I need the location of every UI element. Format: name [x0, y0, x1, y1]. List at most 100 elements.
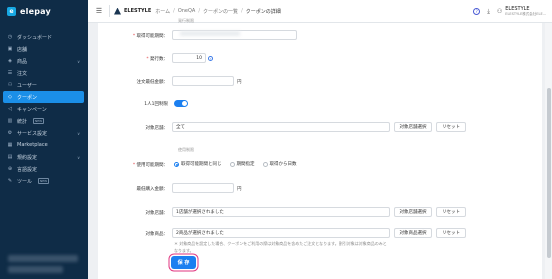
reset-button[interactable]: リセット	[436, 228, 466, 238]
sidebar-item-label: ユーザー	[17, 82, 37, 89]
sidebar-item-label: クーポン	[17, 94, 38, 101]
breadcrumb: ホーム / OneQA / クーポンの一覧 / クーポンの詳細	[155, 8, 281, 15]
clock-icon: ◷	[7, 34, 13, 40]
chevron-down-icon: ∨	[77, 130, 80, 136]
radio-days-from-issue[interactable]: 取得から日数	[262, 161, 297, 167]
marketplace-icon: ▦	[7, 142, 13, 148]
sidebar-item-store[interactable]: ▣ 店舗	[0, 43, 88, 55]
issue-period-label: * 取得可能期間：	[132, 34, 168, 39]
sidebar-nav: ◷ ダッシュボード ▣ 店舗 ◈ 商品 ∨ ☰ 注文 ⚇ ユーザー ◇ クーポン ◁ キャンペー…	[0, 31, 88, 187]
language-icon: ⊕	[7, 166, 13, 172]
one-per-user-label: 1人1回制限	[144, 102, 168, 107]
stats-icon: ▥	[7, 118, 13, 124]
select-product-button[interactable]: 対象商品選択	[394, 228, 432, 238]
usage-store-label: 対象店舗：	[145, 211, 169, 216]
breadcrumb-app[interactable]: OneQA	[178, 8, 196, 14]
target-store-input[interactable]: 全て	[172, 122, 390, 132]
wrench-icon: ✎	[7, 178, 13, 184]
issue-count-input[interactable]: 10	[172, 53, 206, 63]
tag-icon: ◈	[8, 58, 12, 64]
sidebar-item-dashboard[interactable]: ◷ ダッシュボード	[0, 31, 88, 43]
sidebar-item-marketplace[interactable]: ▦ Marketplace	[0, 139, 88, 151]
reset-button[interactable]: リセット	[436, 207, 466, 217]
currency-unit: 円	[237, 80, 242, 85]
section-issue-limit: 発行制限	[178, 18, 194, 23]
min-order-input[interactable]	[172, 76, 234, 86]
divider	[109, 5, 110, 17]
user-menu[interactable]: ⚇ ELESTYLE ELESTYLE株式会社ELE...	[497, 6, 546, 17]
sidebar-item-label: 注文	[17, 70, 28, 77]
one-per-user-toggle[interactable]	[174, 100, 188, 107]
usage-period-options: 取得可能期間と同じ 期間指定 取得から日数	[174, 161, 297, 167]
issue-count-label: * 発行数：	[146, 57, 168, 62]
scrollbar-thumb[interactable]	[547, 88, 551, 258]
gear-icon: ⚙	[7, 130, 13, 136]
elepay-logo-icon: e	[7, 7, 16, 16]
coupon-icon: ◇	[8, 94, 12, 100]
radio-dot	[174, 161, 179, 167]
blurred-account-info	[8, 266, 63, 273]
user-company: ELESTYLE株式会社ELE...	[505, 11, 546, 16]
sidebar-item-language[interactable]: ⊕ 言語設定	[0, 163, 88, 175]
min-order-label: 注文最低金額：	[136, 80, 169, 85]
select-store-button[interactable]: 対象店舗選択	[394, 207, 432, 217]
header-actions: ? ⤓ ⚇ ELESTYLE ELESTYLE株式会社ELE...	[473, 0, 546, 23]
product-note: ＊ 対象商品を設定した場合、クーポンをご利用の際は対象商品を含めたご注文となりま…	[174, 241, 387, 253]
sidebar-item-coupons[interactable]: ◇ クーポン	[3, 91, 84, 103]
logo[interactable]: e elepay	[0, 0, 88, 23]
target-store-label: 対象店舗：	[145, 126, 169, 131]
sidebar-item-users[interactable]: ⚇ ユーザー	[0, 79, 88, 91]
blurred-period-value	[180, 31, 240, 36]
target-product-input[interactable]: 2商品が選択されました	[172, 228, 390, 238]
sidebar: e elepay ◷ ダッシュボード ▣ 店舗 ◈ 商品 ∨ ☰ 注文 ⚇ ユーザー ◇ クー…	[0, 0, 88, 279]
sidebar-item-tools[interactable]: ✎ ツール NEW	[0, 175, 88, 187]
download-icon[interactable]: ⤓	[487, 8, 490, 16]
sidebar-item-campaigns[interactable]: ◁ キャンペーン	[0, 103, 88, 115]
sidebar-item-label: ダッシュボード	[17, 34, 53, 41]
new-badge: NEW	[38, 178, 50, 184]
sidebar-item-label: 統計	[17, 118, 28, 125]
breadcrumb-home[interactable]: ホーム	[155, 8, 170, 15]
sidebar-item-label: 店舗	[17, 46, 28, 53]
sidebar-item-label: 商品	[17, 58, 28, 65]
sidebar-item-products[interactable]: ◈ 商品 ∨	[0, 55, 88, 67]
breadcrumb-coupon-list[interactable]: クーポンの一覧	[203, 8, 238, 15]
usage-store-input[interactable]: 1店舗が選択されました	[172, 207, 390, 217]
store-icon: ▣	[7, 46, 13, 52]
radio-specify-period[interactable]: 期間指定	[229, 161, 255, 167]
menu-toggle-icon[interactable]: ☰	[93, 7, 105, 15]
new-badge: NEW	[33, 118, 45, 124]
radio-dot	[262, 161, 268, 167]
help-icon[interactable]: ?	[208, 56, 213, 61]
sidebar-item-label: キャンペーン	[17, 106, 47, 113]
currency-unit: 円	[237, 187, 242, 192]
usage-period-label: * 使用可能期間：	[132, 163, 168, 168]
sidebar-item-stats[interactable]: ▥ 統計 NEW	[0, 115, 88, 127]
radio-same-as-issue[interactable]: 取得可能期間と同じ	[174, 161, 222, 167]
sidebar-item-label: ツール	[17, 178, 33, 185]
reset-button[interactable]: リセット	[436, 122, 466, 132]
top-header: ☰ ELESTYLE ホーム / OneQA / クーポンの一覧 / クーポンの…	[88, 0, 552, 23]
help-icon[interactable]: ?	[473, 8, 481, 15]
chevron-down-icon: ∨	[77, 58, 80, 64]
sidebar-item-label: 規約設定	[17, 154, 38, 161]
brand-name: ELESTYLE	[124, 8, 152, 14]
target-product-label: 対象商品：	[145, 232, 169, 237]
breadcrumb-separator: /	[198, 8, 201, 14]
chevron-down-icon: ∨	[77, 154, 80, 160]
sidebar-item-orders[interactable]: ☰ 注文	[0, 67, 88, 79]
logo-text: elepay	[20, 7, 51, 16]
sidebar-item-service-settings[interactable]: ⚙ サービス設定 ∨	[0, 127, 88, 139]
radio-dot	[229, 161, 235, 167]
sidebar-item-label: Marketplace	[17, 142, 48, 148]
brand-logo-icon	[114, 7, 121, 15]
blurred-account-info	[8, 255, 78, 262]
min-purchase-input[interactable]	[172, 183, 234, 193]
sidebar-item-label: 言語設定	[17, 166, 38, 173]
document-icon: ▤	[7, 154, 13, 160]
breadcrumb-separator: /	[173, 8, 175, 14]
sidebar-item-terms[interactable]: ▤ 規約設定 ∨	[0, 151, 88, 163]
megaphone-icon: ◁	[8, 106, 12, 112]
save-button[interactable]: 保 存	[171, 256, 196, 269]
select-store-button[interactable]: 対象店舗選択	[394, 122, 432, 132]
